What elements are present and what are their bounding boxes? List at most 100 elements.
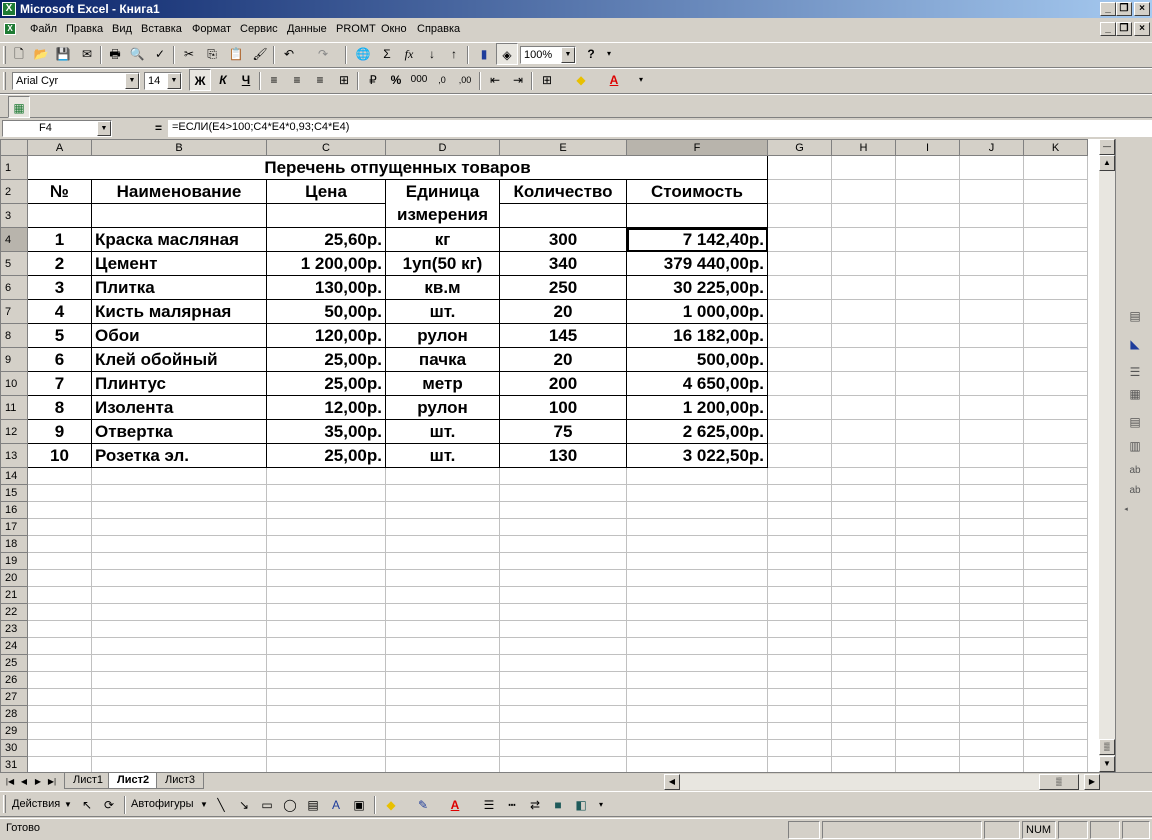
cell[interactable]	[626, 552, 768, 570]
row-header[interactable]: 1	[0, 155, 28, 180]
bold-button[interactable]: Ж	[189, 69, 211, 91]
cell-name[interactable]: Плинтус	[91, 371, 267, 396]
cell[interactable]	[959, 552, 1024, 570]
cell[interactable]	[266, 569, 386, 587]
cell[interactable]	[626, 569, 768, 587]
cell-qty[interactable]: 300	[499, 227, 627, 252]
cell-price[interactable]: 25,00р.	[266, 347, 386, 372]
merge-center-icon[interactable]: ⊞	[333, 69, 355, 91]
cell[interactable]	[767, 299, 832, 324]
cell[interactable]	[767, 705, 832, 723]
row-header[interactable]: 18	[0, 535, 28, 553]
cell[interactable]	[831, 722, 896, 740]
oval-icon[interactable]: ◯	[279, 794, 301, 816]
header-unit-line2[interactable]: измерения	[385, 203, 500, 228]
cell[interactable]	[385, 569, 500, 587]
cell[interactable]	[385, 535, 500, 553]
cell[interactable]	[767, 395, 832, 420]
format-painter-icon[interactable]: 🖌	[249, 43, 271, 65]
cell[interactable]	[91, 654, 267, 672]
cell[interactable]	[1023, 395, 1088, 420]
cell[interactable]	[385, 705, 500, 723]
new-icon[interactable]: 🗋	[8, 43, 30, 65]
cell-cost[interactable]: 2 625,00р.	[626, 419, 768, 444]
line-icon[interactable]: ╲	[210, 794, 232, 816]
cell-unit[interactable]: шт.	[385, 299, 500, 324]
name-box-dropdown-icon[interactable]: ▼	[97, 121, 111, 136]
cell[interactable]	[91, 756, 267, 772]
scroll-right-icon[interactable]: ▶	[1084, 774, 1100, 790]
drawing-toggle-icon[interactable]: ◈	[496, 43, 518, 65]
cell[interactable]	[1023, 688, 1088, 706]
cell[interactable]	[91, 552, 267, 570]
cell[interactable]	[385, 722, 500, 740]
menu-help[interactable]: Справка	[417, 23, 460, 35]
cell-qty[interactable]: 20	[499, 347, 627, 372]
cell[interactable]	[91, 620, 267, 638]
horizontal-scroll-thumb[interactable]: ▒	[1039, 774, 1079, 790]
cell[interactable]	[767, 552, 832, 570]
cell[interactable]	[895, 569, 960, 587]
cell-price[interactable]: 1 200,00р.	[266, 251, 386, 276]
cell-qty[interactable]: 340	[499, 251, 627, 276]
cell[interactable]	[1023, 371, 1088, 396]
cell[interactable]	[385, 756, 500, 772]
shadow-icon[interactable]: ■	[547, 794, 569, 816]
cell[interactable]	[959, 347, 1024, 372]
cell[interactable]	[91, 518, 267, 536]
cell[interactable]	[831, 671, 896, 689]
cell[interactable]	[767, 569, 832, 587]
row-header[interactable]: 21	[0, 586, 28, 604]
cell[interactable]	[767, 251, 832, 276]
row-header[interactable]: 19	[0, 552, 28, 570]
align-center-icon[interactable]: ≡	[286, 69, 308, 91]
cell[interactable]	[626, 501, 768, 519]
cell[interactable]	[895, 620, 960, 638]
cell[interactable]	[385, 501, 500, 519]
cell[interactable]	[959, 654, 1024, 672]
cell[interactable]	[959, 467, 1024, 485]
cell-cost[interactable]: 1 000,00р.	[626, 299, 768, 324]
cell-num[interactable]: 1	[27, 227, 92, 252]
cell[interactable]	[27, 203, 92, 228]
cell-qty[interactable]: 75	[499, 419, 627, 444]
header-qty[interactable]: Количество	[499, 179, 627, 204]
cell[interactable]	[1023, 722, 1088, 740]
angle-text-down-icon[interactable]: ab	[1125, 465, 1145, 483]
cell[interactable]	[626, 705, 768, 723]
actions-dropdown-icon[interactable]: ▼	[64, 800, 72, 809]
textbox-icon[interactable]: ▤	[302, 794, 324, 816]
cell[interactable]	[959, 275, 1024, 300]
cell[interactable]	[895, 251, 960, 276]
cell-num[interactable]: 3	[27, 275, 92, 300]
cell-qty[interactable]: 250	[499, 275, 627, 300]
cell[interactable]	[499, 654, 627, 672]
cell[interactable]	[767, 535, 832, 553]
cell[interactable]	[499, 705, 627, 723]
cell-unit[interactable]: кв.м	[385, 275, 500, 300]
cell[interactable]	[895, 484, 960, 502]
cell[interactable]	[1023, 203, 1088, 228]
cell[interactable]	[1023, 419, 1088, 444]
cell[interactable]	[831, 251, 896, 276]
cell-cost[interactable]: 3 022,50р.	[626, 443, 768, 468]
cell[interactable]	[767, 484, 832, 502]
cell-qty[interactable]: 100	[499, 395, 627, 420]
cell[interactable]	[959, 688, 1024, 706]
cell[interactable]	[385, 620, 500, 638]
cell[interactable]	[385, 484, 500, 502]
undo-icon[interactable]: ↶	[278, 43, 300, 65]
cell-name[interactable]: Цемент	[91, 251, 267, 276]
cell[interactable]	[1023, 275, 1088, 300]
cell[interactable]	[767, 227, 832, 252]
zoom-select[interactable]: 100% ▼	[520, 46, 576, 64]
column-header-i[interactable]: I	[895, 139, 960, 156]
italic-button[interactable]: К	[212, 69, 234, 91]
cell[interactable]	[1023, 552, 1088, 570]
cell[interactable]	[499, 535, 627, 553]
row-header[interactable]: 8	[0, 323, 28, 348]
cell[interactable]	[1023, 155, 1088, 180]
cell[interactable]	[499, 203, 627, 228]
row-header[interactable]: 6	[0, 275, 28, 300]
cell[interactable]	[385, 654, 500, 672]
